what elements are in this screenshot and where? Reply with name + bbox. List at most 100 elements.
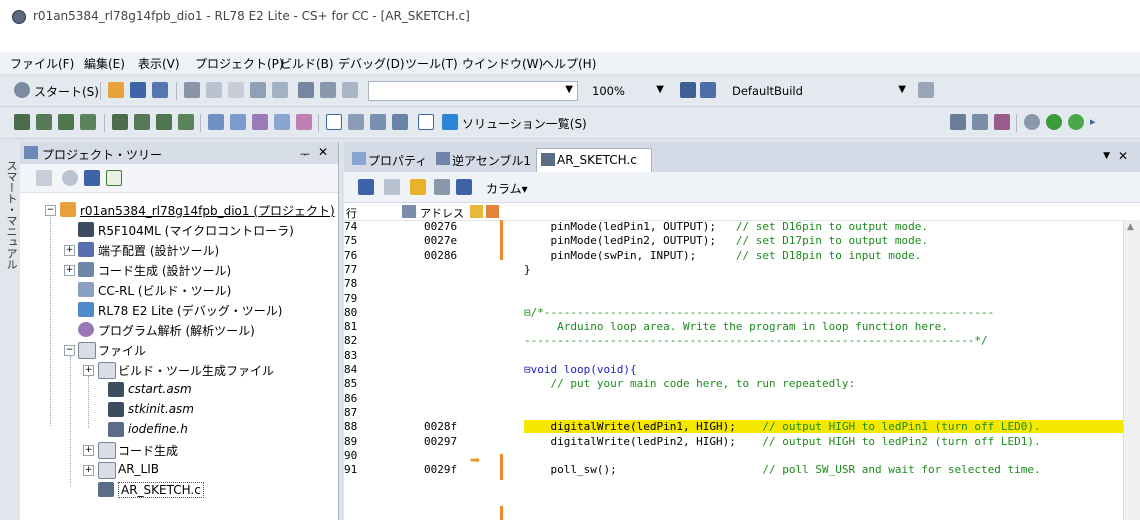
connect-icon[interactable]: [950, 114, 966, 130]
memory-icon[interactable]: [392, 114, 408, 130]
start-button[interactable]: スタート(S): [34, 83, 99, 100]
refresh-icon[interactable]: [106, 170, 122, 186]
find-icon[interactable]: [298, 82, 314, 98]
solution-list-button[interactable]: ソリューション一覧(S): [462, 115, 587, 132]
run-icon[interactable]: [1046, 114, 1062, 130]
stop-icon[interactable]: [1024, 114, 1040, 130]
close-icon[interactable]: ✕: [318, 145, 328, 159]
tree-item-debug-tool[interactable]: RL78 E2 Lite (デバッグ・ツール): [20, 300, 338, 320]
sync-off-icon[interactable]: [384, 179, 400, 195]
rebuild-download-icon[interactable]: [134, 114, 150, 130]
menu-window[interactable]: ウインドウ(W): [462, 55, 543, 72]
menu-view[interactable]: 表示(V): [138, 55, 180, 72]
bookmark-prev-icon[interactable]: [252, 114, 268, 130]
tree-item-pin-config[interactable]: + 端子配置 (設計ツール): [20, 240, 338, 260]
tree-item-analysis-tool[interactable]: プログラム解析 (解析ツール): [20, 320, 338, 340]
window-icon[interactable]: [326, 114, 342, 130]
menu-tools[interactable]: ツール(T): [405, 55, 458, 72]
code-line[interactable]: 82 --------------------------------------…: [344, 334, 1124, 347]
undo-icon[interactable]: [250, 82, 266, 98]
collapse-icon[interactable]: −: [45, 205, 56, 216]
expand-icon[interactable]: +: [83, 365, 94, 376]
tree-item-microcontroller[interactable]: R5F104ML (マイクロコントローラ): [20, 220, 338, 240]
cut-icon[interactable]: [184, 82, 200, 98]
copy-icon[interactable]: [206, 82, 222, 98]
tree-icon[interactable]: [418, 114, 434, 130]
download-icon[interactable]: [156, 114, 172, 130]
find-next-icon[interactable]: [320, 82, 336, 98]
tree-item-ar-sketch[interactable]: AR_SKETCH.c: [20, 480, 338, 500]
code-line[interactable]: 77}: [344, 263, 1124, 276]
go-icon[interactable]: [1068, 114, 1084, 130]
paste-icon[interactable]: [228, 82, 244, 98]
menu-edit[interactable]: 編集(E): [84, 55, 125, 72]
pin-icon[interactable]: ᅮ: [300, 146, 310, 162]
code-line[interactable]: 87: [344, 406, 1124, 419]
build-config-combo[interactable]: DefaultBuild ▼: [722, 81, 910, 101]
tree-item-project[interactable]: − r01an5384_rl78g14fpb_dio1 (プロジェクト): [20, 200, 338, 220]
tree-item-file[interactable]: stkinit.asm: [20, 400, 338, 420]
code-line[interactable]: 78: [344, 277, 1124, 290]
tree-item-code-generator-tool[interactable]: + コード生成 (設計ツール): [20, 260, 338, 280]
code-line[interactable]: 80 ⊟/*-----------------------------------…: [344, 306, 1124, 319]
build-project-icon[interactable]: [14, 114, 30, 130]
tree-item-files[interactable]: − ファイル: [20, 340, 338, 360]
build-icon[interactable]: [680, 82, 696, 98]
back-icon[interactable]: [456, 179, 472, 195]
build-all-icon[interactable]: [58, 114, 74, 130]
rebuild-icon[interactable]: [700, 82, 716, 98]
search-combo[interactable]: ▼: [368, 81, 578, 101]
tab-dropdown-icon[interactable]: ▼: [1103, 151, 1110, 161]
code-line[interactable]: 84 ⊟void loop(void){: [344, 363, 1124, 376]
zoom-combo[interactable]: 100% ▼: [582, 81, 668, 101]
reset-icon[interactable]: [994, 114, 1010, 130]
tree-item-ar-lib[interactable]: + AR_LIB: [20, 460, 338, 480]
menu-file[interactable]: ファイル(F): [10, 55, 74, 72]
bookmark-next-icon[interactable]: [230, 114, 246, 130]
bookmark-list-icon[interactable]: [296, 114, 312, 130]
tree-item-file[interactable]: iodefine.h: [20, 420, 338, 440]
tree-item-build-tool[interactable]: CC-RL (ビルド・ツール): [20, 280, 338, 300]
expand-icon[interactable]: +: [64, 265, 75, 276]
find-prev-icon[interactable]: [342, 82, 358, 98]
tab-properties[interactable]: プロパティ: [348, 148, 428, 172]
code-line[interactable]: 74 00276 pinMode(ledPin1, OUTPUT); // set…: [344, 220, 1124, 233]
output-icon[interactable]: [348, 114, 364, 130]
build-download-icon[interactable]: [112, 114, 128, 130]
code-line[interactable]: 89 00297 digitalWrite(ledPin2, HIGH); // …: [344, 435, 1124, 448]
code-line[interactable]: 81 Arduino loop area. Write the program …: [344, 320, 1124, 333]
sort-icon[interactable]: [36, 170, 52, 186]
user-icon[interactable]: [84, 170, 100, 186]
bookmark-icon[interactable]: [208, 114, 224, 130]
code-line[interactable]: 76 00286 pinMode(swPin, INPUT); // set D1…: [344, 249, 1124, 262]
redo-icon[interactable]: [272, 82, 288, 98]
forward-icon[interactable]: [434, 179, 450, 195]
new-file-icon[interactable]: [108, 82, 124, 98]
expand-icon[interactable]: +: [64, 245, 75, 256]
menu-help[interactable]: ヘルプ(H): [542, 55, 596, 72]
rebuild-project-icon[interactable]: [36, 114, 52, 130]
tab-disassemble[interactable]: 逆アセンブル1: [432, 148, 532, 172]
tree-item-file[interactable]: cstart.asm: [20, 380, 338, 400]
code-line[interactable]: 91 0029f poll_sw(); // poll SW_USR and wa…: [344, 463, 1124, 476]
code-line[interactable]: 86: [344, 392, 1124, 405]
menu-debug[interactable]: デバッグ(D): [338, 55, 405, 72]
tools-icon[interactable]: [918, 82, 934, 98]
collapse-icon[interactable]: −: [64, 345, 75, 356]
menu-build[interactable]: ビルド(B): [280, 55, 334, 72]
tree-item-build-generated-files[interactable]: + ビルド・ツール生成ファイル: [20, 360, 338, 380]
code-area[interactable]: 74 00276 pinMode(ledPin1, OUTPUT); // set…: [344, 220, 1124, 520]
scroll-up-icon[interactable]: ▲: [1127, 222, 1134, 232]
jump-icon[interactable]: [410, 179, 426, 195]
tab-ar-sketch[interactable]: AR_SKETCH.c: [536, 148, 652, 172]
save-icon[interactable]: [130, 82, 146, 98]
watch-icon[interactable]: [370, 114, 386, 130]
clean-icon[interactable]: [178, 114, 194, 130]
save-all-icon[interactable]: [152, 82, 168, 98]
disconnect-icon[interactable]: [972, 114, 988, 130]
code-line[interactable]: 85 // put your main code here, to run re…: [344, 377, 1124, 390]
expand-icon[interactable]: +: [83, 445, 94, 456]
code-line[interactable]: 90: [344, 449, 1124, 462]
property-icon[interactable]: [62, 170, 78, 186]
bookmark-clear-icon[interactable]: [274, 114, 290, 130]
